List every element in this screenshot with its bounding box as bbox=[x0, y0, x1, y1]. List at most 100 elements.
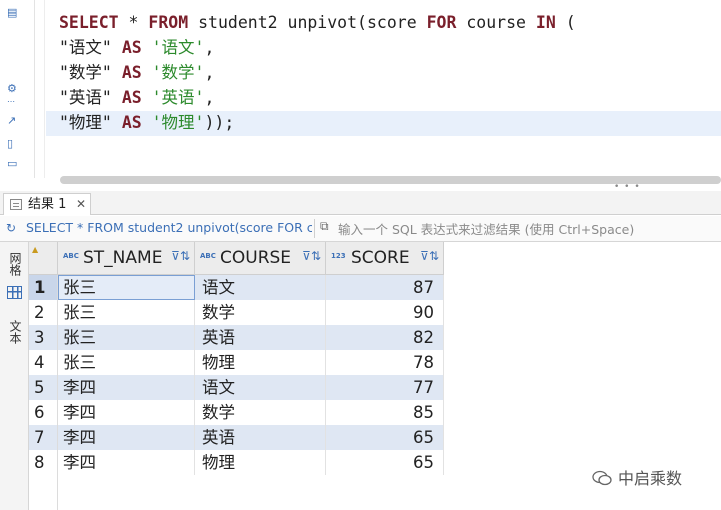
code-text[interactable]: SELECT * FROM student2 unpivot(score FOR… bbox=[59, 10, 576, 135]
table-row[interactable]: 2 张三 数学 90 bbox=[29, 300, 444, 325]
cell-score[interactable]: 82 bbox=[326, 325, 444, 350]
row-number[interactable]: 2 bbox=[29, 300, 58, 325]
code-token: AS bbox=[121, 38, 142, 57]
number-type-icon: 123 bbox=[331, 252, 346, 260]
table-row[interactable]: 6 李四 数学 85 bbox=[29, 400, 444, 425]
cell-st-name[interactable]: 李四 bbox=[58, 375, 195, 400]
gear-icon[interactable]: ⚙ bbox=[7, 82, 17, 95]
row-number[interactable]: 6 bbox=[29, 400, 58, 425]
code-line[interactable]: "物理" AS '物理')); bbox=[59, 110, 576, 135]
table-row[interactable]: 1 张三 语文 87 bbox=[29, 275, 444, 300]
cell-course[interactable]: 语文 bbox=[195, 275, 326, 300]
code-line[interactable]: "语文" AS '语文', bbox=[59, 35, 576, 60]
code-token: AS bbox=[121, 63, 142, 82]
column-header-score[interactable]: 123 SCORE ⊽⇅ bbox=[326, 242, 444, 275]
sql-file-icon[interactable]: ▭ bbox=[7, 157, 17, 170]
corner-icon: ▲ bbox=[32, 245, 39, 254]
filter-input[interactable] bbox=[338, 220, 718, 238]
file-icon[interactable]: ▯ bbox=[7, 137, 13, 150]
cell-course[interactable]: 物理 bbox=[195, 450, 326, 475]
row-number[interactable]: 8 bbox=[29, 450, 58, 475]
code-token: )); bbox=[204, 113, 235, 132]
sort-filter-icon[interactable]: ⊽⇅ bbox=[302, 249, 321, 263]
row-number[interactable]: 7 bbox=[29, 425, 58, 450]
code-token: student2 unpivot(score bbox=[188, 13, 427, 32]
cell-score[interactable]: 77 bbox=[326, 375, 444, 400]
results-grid-icon bbox=[10, 199, 22, 210]
cell-st-name[interactable]: 李四 bbox=[58, 400, 195, 425]
table-row[interactable]: 7 李四 英语 65 bbox=[29, 425, 444, 450]
cell-course[interactable]: 语文 bbox=[195, 375, 326, 400]
code-token: , bbox=[204, 63, 215, 82]
cell-score[interactable]: 85 bbox=[326, 400, 444, 425]
code-token: "物理" bbox=[59, 113, 112, 132]
cell-st-name[interactable]: 张三 bbox=[58, 300, 195, 325]
code-line[interactable]: "英语" AS '英语', bbox=[59, 85, 576, 110]
row-number[interactable]: 3 bbox=[29, 325, 58, 350]
document-icon[interactable]: ▤ bbox=[7, 6, 17, 19]
tab-results-1[interactable]: 结果 1 ✕ bbox=[3, 193, 91, 215]
export-icon[interactable]: ↗ bbox=[7, 114, 16, 127]
code-token: course bbox=[456, 13, 536, 32]
cell-course[interactable]: 数学 bbox=[195, 400, 326, 425]
code-token: , bbox=[204, 38, 215, 57]
cell-st-name[interactable]: 张三 bbox=[58, 325, 195, 350]
grid-corner[interactable]: ▲ bbox=[29, 242, 58, 275]
code-token: SELECT bbox=[59, 13, 119, 32]
code-token: AS bbox=[121, 113, 142, 132]
empty-row-header bbox=[29, 500, 58, 510]
filter-icon[interactable]: ⧉ bbox=[320, 219, 329, 234]
column-name: COURSE bbox=[220, 248, 292, 268]
cell-score[interactable]: 65 bbox=[326, 450, 444, 475]
code-token: AS bbox=[121, 88, 142, 107]
cell-course[interactable]: 英语 bbox=[195, 325, 326, 350]
cell-course[interactable]: 英语 bbox=[195, 425, 326, 450]
code-token: '物理' bbox=[151, 113, 205, 132]
sort-filter-icon[interactable]: ⊽⇅ bbox=[420, 249, 439, 263]
grid-icon[interactable] bbox=[7, 286, 22, 299]
tab-grid[interactable]: 网格 bbox=[6, 252, 24, 276]
cell-st-name[interactable]: 张三 bbox=[58, 275, 195, 300]
tab-text[interactable]: 文本 bbox=[6, 320, 24, 344]
row-number[interactable]: 1 bbox=[29, 275, 58, 300]
column-header-st-name[interactable]: ABC ST_NAME ⊽⇅ bbox=[58, 242, 195, 275]
table-row[interactable]: 3 张三 英语 82 bbox=[29, 325, 444, 350]
cell-score[interactable]: 87 bbox=[326, 275, 444, 300]
row-number[interactable]: 4 bbox=[29, 350, 58, 375]
fold-divider bbox=[34, 0, 35, 178]
cell-course[interactable]: 数学 bbox=[195, 300, 326, 325]
code-token: "数学" bbox=[59, 63, 112, 82]
query-preview[interactable]: SELECT * FROM student2 unpivot(score FOR… bbox=[26, 220, 312, 235]
table-row[interactable]: 4 张三 物理 78 bbox=[29, 350, 444, 375]
cell-course[interactable]: 物理 bbox=[195, 350, 326, 375]
table-row[interactable]: 8 李四 物理 65 bbox=[29, 450, 444, 475]
code-line[interactable]: SELECT * FROM student2 unpivot(score FOR… bbox=[59, 10, 576, 35]
divider bbox=[314, 219, 315, 238]
tab-label: 结果 1 bbox=[28, 197, 67, 212]
sort-filter-icon[interactable]: ⊽⇅ bbox=[171, 249, 190, 263]
cell-st-name[interactable]: 张三 bbox=[58, 350, 195, 375]
cell-score[interactable]: 65 bbox=[326, 425, 444, 450]
cell-st-name[interactable]: 李四 bbox=[58, 450, 195, 475]
cell-score[interactable]: 78 bbox=[326, 350, 444, 375]
column-header-course[interactable]: ABC COURSE ⊽⇅ bbox=[195, 242, 326, 275]
empty-row-header bbox=[29, 475, 58, 500]
cell-score[interactable]: 90 bbox=[326, 300, 444, 325]
code-token: , bbox=[204, 88, 215, 107]
watermark: 中启乘数 bbox=[592, 465, 682, 489]
cell-st-name[interactable]: 李四 bbox=[58, 425, 195, 450]
filter-bar: ↻ SELECT * FROM student2 unpivot(score F… bbox=[0, 216, 721, 242]
table-row[interactable]: 5 李四 语文 77 bbox=[29, 375, 444, 400]
code-line[interactable]: "数学" AS '数学', bbox=[59, 60, 576, 85]
view-switcher: 网格 文本 bbox=[0, 242, 29, 510]
column-name: SCORE bbox=[351, 248, 410, 268]
code-token: "语文" bbox=[59, 38, 112, 57]
sql-editor[interactable]: ▤ ⚙ ⋯ ↗ ▯ ▭ SELECT * FROM student2 unpiv… bbox=[0, 0, 721, 184]
row-number[interactable]: 5 bbox=[29, 375, 58, 400]
close-icon[interactable]: ✕ bbox=[76, 194, 86, 215]
